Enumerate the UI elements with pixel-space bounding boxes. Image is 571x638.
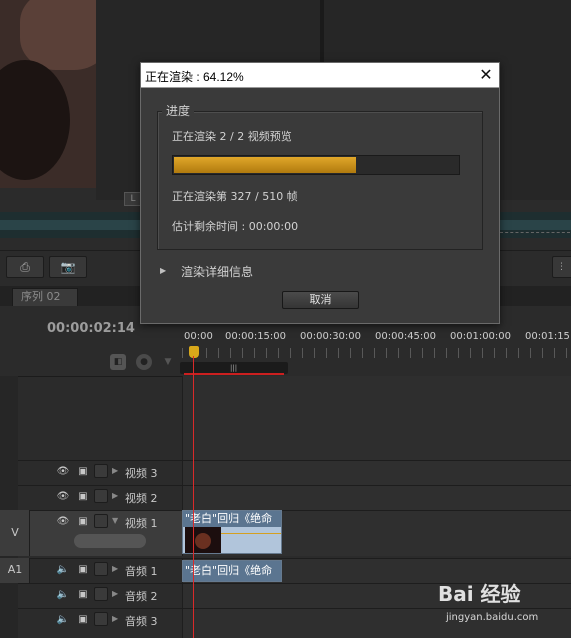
track-label: 音频 2 (125, 590, 158, 603)
eye-icon[interactable]: 👁 (56, 465, 70, 478)
render-dialog: 正在渲染 : 64.12% ✕ 进度 正在渲染 2 / 2 视频预览 正在渲染第… (140, 62, 500, 324)
insert-export-icon[interactable]: ⎙ (6, 256, 44, 278)
ruler-label: 00:01:15 (525, 331, 570, 342)
ruler-label: 00:00:15:00 (225, 331, 287, 342)
filmstrip-icon[interactable]: ▣ (76, 465, 90, 478)
video-clip-thumbnail (185, 527, 221, 553)
timeline-timecode[interactable]: 00:00:02:14 (47, 321, 135, 336)
render-progress-bar (172, 155, 460, 175)
filmstrip-icon[interactable]: ▣ (76, 563, 90, 576)
track-header: 🔈 ▣ ▶ 音频 3 (18, 609, 182, 638)
source-patch-a1-label: A1 (7, 563, 23, 576)
marker-icon[interactable]: ● (136, 354, 152, 370)
close-icon[interactable]: ✕ (475, 65, 497, 85)
more-button-icon[interactable]: ⋮ (552, 256, 571, 278)
remaining-time-text: 估计剩余时间 : 00:00:00 (172, 220, 299, 233)
track-header: 👁 ▣ ▶ 视频 2 (18, 486, 182, 510)
timeline-left-gutter (0, 376, 18, 638)
expand-triangle-icon[interactable]: ▶ (160, 266, 166, 275)
track-header: 🔈 ▣ ▶ 音频 1 (18, 559, 182, 583)
track-video-1[interactable]: 👁 ▣ ▼ 视频 1 (18, 510, 571, 556)
tab-sequence-02[interactable]: 序列 02 (12, 288, 78, 306)
monitor-dashed-line (500, 232, 570, 233)
watermark-url: jingyan.baidu.com (446, 612, 539, 623)
lock-toggle[interactable] (94, 562, 108, 576)
filmstrip-icon[interactable]: ▣ (76, 588, 90, 601)
ruler-label: 00:00 (184, 331, 213, 342)
keyframe-nav-control[interactable] (74, 534, 146, 548)
lock-toggle[interactable] (94, 612, 108, 626)
render-needed-bar (184, 373, 284, 375)
expand-triangle-icon[interactable]: ▶ (112, 491, 118, 500)
dialog-titlebar[interactable]: 正在渲染 : 64.12% ✕ (141, 63, 499, 88)
baidu-jingyan-watermark: Bai 经验 (438, 578, 521, 607)
expand-triangle-icon[interactable]: ▶ (112, 589, 118, 598)
timeline-empty-lane[interactable] (182, 376, 571, 460)
filmstrip-icon[interactable]: ▣ (76, 613, 90, 626)
track-video-2[interactable]: 👁 ▣ ▶ 视频 2 (18, 485, 571, 510)
source-monitor-video (0, 0, 96, 188)
camera-icon[interactable]: 📷 (49, 256, 87, 278)
lock-toggle[interactable] (94, 514, 108, 528)
expand-triangle-icon[interactable]: ▶ (112, 564, 118, 573)
collapse-triangle-icon[interactable]: ▼ (112, 516, 118, 525)
snap-icon[interactable]: ◧ (110, 354, 126, 370)
video-clip[interactable]: "老白"回归《绝命 (182, 510, 282, 554)
add-marker-icon[interactable]: ▼ (160, 354, 176, 370)
track-label: 音频 1 (125, 565, 158, 578)
expand-triangle-icon[interactable]: ▶ (112, 614, 118, 623)
progress-group-label: 进度 (162, 102, 195, 119)
lock-toggle[interactable] (94, 489, 108, 503)
eye-icon[interactable]: 👁 (56, 490, 70, 503)
track-label: 视频 2 (125, 492, 158, 505)
lock-toggle[interactable] (94, 464, 108, 478)
track-label: 视频 3 (125, 467, 158, 480)
track-video-3[interactable]: 👁 ▣ ▶ 视频 3 (18, 460, 571, 485)
audio-clip-title: "老白"回归《绝命 (183, 561, 281, 581)
rendering-status-text: 正在渲染 2 / 2 视频预览 (172, 130, 292, 143)
video-clip-title: "老白"回归《绝命 (183, 511, 281, 527)
lock-toggle[interactable] (94, 587, 108, 601)
ruler-label: 00:01:00:00 (450, 331, 512, 342)
expand-triangle-icon[interactable]: ▶ (112, 466, 118, 475)
opacity-line[interactable] (221, 533, 281, 534)
track-lane[interactable] (182, 486, 571, 510)
speaker-icon[interactable]: 🔈 (56, 563, 70, 576)
ruler-ticks (182, 348, 571, 358)
filmstrip-icon[interactable]: ▣ (76, 515, 90, 528)
render-progress-fill (174, 157, 356, 173)
playhead-handle[interactable] (189, 346, 199, 358)
ruler-label: 00:00:30:00 (300, 331, 362, 342)
ruler-label: 00:00:45:00 (375, 331, 437, 342)
filmstrip-icon[interactable]: ▣ (76, 490, 90, 503)
speaker-icon[interactable]: 🔈 (56, 613, 70, 626)
playhead-line[interactable] (193, 356, 194, 638)
audio-clip[interactable]: "老白"回归《绝命 (182, 560, 282, 582)
render-details-toggle[interactable]: 渲染详细信息 (181, 263, 253, 280)
dialog-title: 正在渲染 : 64.12% (145, 70, 244, 84)
track-lane[interactable] (182, 461, 571, 485)
track-header: 🔈 ▣ ▶ 音频 2 (18, 584, 182, 608)
watermark-brand: Bai 经验 (438, 582, 521, 606)
eye-icon[interactable]: 👁 (56, 515, 70, 528)
frame-count-text: 正在渲染第 327 / 510 帧 (172, 190, 298, 203)
track-header: 👁 ▣ ▶ 视频 3 (18, 461, 182, 485)
speaker-icon[interactable]: 🔈 (56, 588, 70, 601)
source-patch-v-label: V (11, 526, 19, 539)
track-label: 视频 1 (125, 517, 158, 530)
track-label: 音频 3 (125, 615, 158, 628)
cancel-button[interactable]: 取消 (282, 291, 359, 309)
